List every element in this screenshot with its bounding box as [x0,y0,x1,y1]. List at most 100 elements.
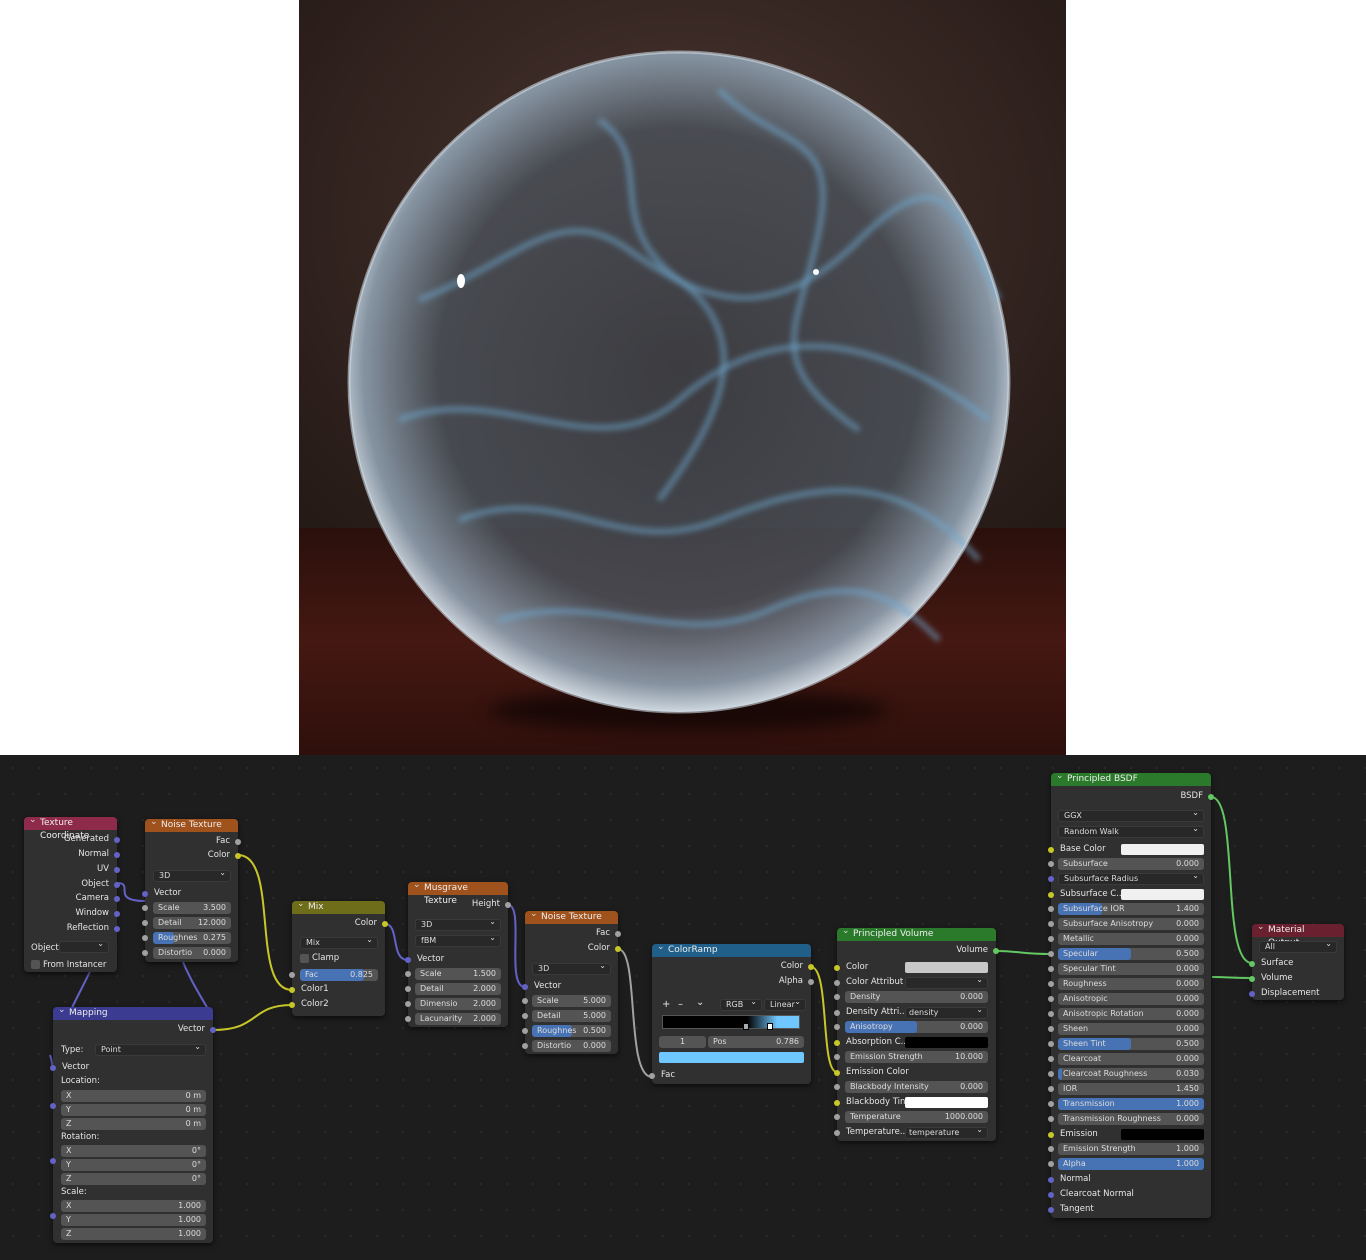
socket[interactable] [1048,936,1054,942]
object-picker[interactable] [59,939,109,953]
node-header[interactable]: Noise Texture [145,816,238,832]
density-field[interactable]: Density 0.000 [845,991,988,1003]
socket[interactable] [834,1024,840,1030]
socket[interactable] [405,1016,411,1022]
node-header[interactable]: Mapping [53,1004,213,1020]
blackbody-tint-swatch[interactable] [905,1097,988,1108]
scale-field[interactable]: Scale 5.000 [532,995,611,1007]
input-vector[interactable]: Vector [142,887,238,900]
blackbody-intensity-field[interactable]: Blackbody Intensity 0.000 [845,1081,988,1093]
input-vector[interactable]: Vector [405,953,508,966]
input-color1[interactable]: Color1 [289,983,385,996]
output-alpha[interactable]: Alpha [652,975,814,988]
socket[interactable] [1048,1146,1054,1152]
socket[interactable] [834,1084,840,1090]
bsdf-transmission-field[interactable]: Transmission 1.000 [1058,1098,1204,1110]
roughness-field[interactable]: Roughnes 0.275 [153,932,231,944]
output-height[interactable]: Height [408,898,511,911]
ramp-stop-handle-active[interactable] [767,1023,773,1030]
roughness-field[interactable]: Roughnes 0.500 [532,1025,611,1037]
emission-color-swatch[interactable] [1121,1129,1204,1140]
socket[interactable] [1048,1056,1054,1062]
socket[interactable] [1048,966,1054,972]
temperature-attribute-field[interactable]: temperature [905,1125,988,1139]
bsdf-clearcoat-roughness-field[interactable]: Clearcoat Roughness 0.030 [1058,1068,1204,1080]
principled-bsdf-node[interactable]: Principled BSDF BSDF GGX Random Walk Bas… [1048,770,1214,1218]
musgrave-texture-node[interactable]: Musgrave Texture Height 3D fBM Vector Sc… [405,879,511,1027]
input-vector[interactable]: Vector [50,1061,213,1074]
socket[interactable] [1048,921,1054,927]
detail-field[interactable]: Detail 2.000 [415,983,501,995]
input-fac[interactable]: Fac [649,1069,811,1082]
stop-position-field[interactable]: Pos 0.786 [708,1036,804,1048]
output-bsdf[interactable]: BSDF [1051,790,1214,803]
input-color2[interactable]: Color2 [289,998,385,1011]
location-z-field[interactable]: Z0 m [61,1118,206,1130]
gradient-preview[interactable] [662,1015,800,1029]
output-generated[interactable]: Generated [24,833,120,846]
dimension-field[interactable]: Dimensio 2.000 [415,998,501,1010]
shader-node-editor[interactable]: Texture Coordinate Generated Normal UV O… [0,755,1366,1260]
input-vector[interactable]: Vector [522,980,618,993]
from-instancer-checkbox[interactable] [31,960,40,969]
remove-stop-button[interactable]: – [678,999,683,1010]
dimensions-dropdown[interactable]: 3D [153,868,231,882]
detail-field[interactable]: Detail 12.000 [153,917,231,929]
ramp-menu-button[interactable]: ⌄ [696,997,704,1008]
output-volume[interactable]: Volume [837,944,999,957]
location-x-field[interactable]: X0 m [61,1090,206,1102]
mapping-node[interactable]: Mapping Vector Type: Point Vector Locati… [50,1004,216,1243]
clamp-checkbox[interactable] [300,954,309,963]
subsurface-method-dropdown[interactable]: Random Walk [1058,824,1204,838]
output-color[interactable]: Color [292,917,388,930]
musgrave-type-dropdown[interactable]: fBM [415,933,501,947]
socket[interactable] [1048,1041,1054,1047]
distribution-dropdown[interactable]: GGX [1058,808,1204,822]
stop-color-swatch[interactable] [659,1052,804,1063]
scale-x-field[interactable]: X 1.000 [61,1200,206,1212]
color-swatch[interactable] [905,962,988,973]
socket[interactable] [1048,1011,1054,1017]
bsdf-transmission-roughness-field[interactable]: Transmission Roughness 0.000 [1058,1113,1204,1125]
input-emission-color[interactable]: Emission Color [834,1066,996,1079]
bsdf-subsurface-anisotropy-field[interactable]: Subsurface Anisotropy 0.000 [1058,918,1204,930]
principled-volume-node[interactable]: Principled Volume Volume Color Color Att… [834,925,999,1141]
input-normal[interactable]: Normal [1048,1173,1211,1186]
socket[interactable] [1048,981,1054,987]
subsurface-color-swatch[interactable] [1121,889,1204,900]
absorption-color-swatch[interactable] [905,1037,988,1048]
input-displacement[interactable]: Displacement [1249,987,1344,1000]
anisotropy-field[interactable]: Anisotropy 0.000 [845,1021,988,1033]
input-clearcoat-normal[interactable]: Clearcoat Normal [1048,1188,1211,1201]
socket[interactable] [1048,876,1054,882]
socket[interactable] [1048,951,1054,957]
node-header[interactable]: Principled Volume [837,925,996,941]
subsurface-radius-field[interactable]: Subsurface Radius [1058,871,1204,885]
bsdf-specular-tint-field[interactable]: Specular Tint 0.000 [1058,963,1204,975]
socket[interactable] [142,905,148,911]
socket[interactable] [1048,1101,1054,1107]
input-volume[interactable]: Volume [1249,972,1344,985]
socket[interactable] [142,935,148,941]
rotation-x-field[interactable]: X 0° [61,1145,206,1157]
socket[interactable] [1048,861,1054,867]
alpha-field[interactable]: Alpha 1.000 [1058,1158,1204,1170]
socket[interactable] [1048,906,1054,912]
socket[interactable] [1048,1026,1054,1032]
scale-z-field[interactable]: Z 1.000 [61,1228,206,1240]
output-uv[interactable]: UV [24,863,120,876]
scale-y-field[interactable]: Y 1.000 [61,1214,206,1226]
node-header[interactable]: ColorRamp [652,941,811,957]
node-header[interactable]: Noise Texture [525,908,618,924]
socket[interactable] [1048,1161,1054,1167]
socket[interactable] [834,1054,840,1060]
bsdf-sheen-field[interactable]: Sheen 0.000 [1058,1023,1204,1035]
socket[interactable] [834,1114,840,1120]
socket[interactable] [50,1158,56,1164]
socket[interactable] [405,1001,411,1007]
rotation-z-field[interactable]: Z 0° [61,1173,206,1185]
location-y-field[interactable]: Y0 m [61,1104,206,1116]
socket[interactable] [142,920,148,926]
output-color[interactable]: Color [145,849,241,862]
input-tangent[interactable]: Tangent [1048,1203,1211,1216]
